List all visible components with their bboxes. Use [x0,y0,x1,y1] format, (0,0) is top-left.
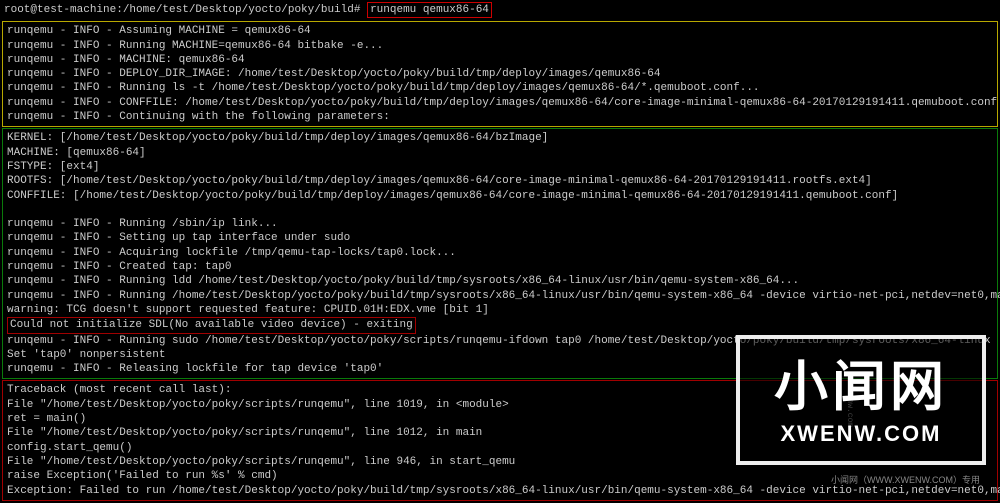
watermark-cn: 小闻网 [774,352,948,422]
terminal-line: CONFFILE: [/home/test/Desktop/yocto/poky… [5,189,995,203]
terminal-line: runqemu - INFO - Running ls -t /home/tes… [5,81,995,95]
watermark-en: XWENW.COM [781,420,942,449]
terminal-line: MACHINE: [qemux86-64] [5,146,995,160]
terminal-line: runqemu - INFO - DEPLOY_DIR_IMAGE: /home… [5,67,995,81]
entered-command: runqemu qemux86-64 [367,2,492,18]
terminal-line: runqemu - INFO - Running ldd /home/test/… [5,274,995,288]
terminal-line: runqemu - INFO - Running /sbin/ip link..… [5,217,995,231]
sdl-error-line: Could not initialize SDL(No available vi… [7,317,416,333]
terminal-line: runqemu - INFO - Setting up tap interfac… [5,231,995,245]
terminal-line: warning: TCG doesn't support requested f… [5,303,995,317]
terminal-line: runqemu - INFO - Continuing with the fol… [5,110,995,124]
watermark-box: 小闻网 XWENW.COM [736,335,986,465]
terminal-line: runqemu - INFO - CONFFILE: /home/test/De… [5,96,995,110]
terminal-line: KERNEL: [/home/test/Desktop/yocto/poky/b… [5,131,995,145]
terminal-line: FSTYPE: [ext4] [5,160,995,174]
watermark-bottom: 小闻网（WWW.XWENW.COM）专用 [831,475,980,487]
terminal-line: runqemu - INFO - Assuming MACHINE = qemu… [5,24,995,38]
terminal-line: runqemu - INFO - Running /home/test/Desk… [5,289,995,303]
terminal-line: runqemu - INFO - Created tap: tap0 [5,260,995,274]
info-block-yellow: runqemu - INFO - Assuming MACHINE = qemu… [2,21,998,127]
terminal-line: runqemu - INFO - Running MACHINE=qemux86… [5,39,995,53]
shell-prompt: root@test-machine:/home/test/Desktop/yoc… [4,4,360,16]
terminal-line [5,203,995,217]
terminal-line: ROOTFS: [/home/test/Desktop/yocto/poky/b… [5,174,995,188]
shell-prompt-line[interactable]: root@test-machine:/home/test/Desktop/yoc… [0,0,1000,20]
terminal-line: runqemu - INFO - Acquiring lockfile /tmp… [5,246,995,260]
terminal-line: runqemu - INFO - MACHINE: qemux86-64 [5,53,995,67]
